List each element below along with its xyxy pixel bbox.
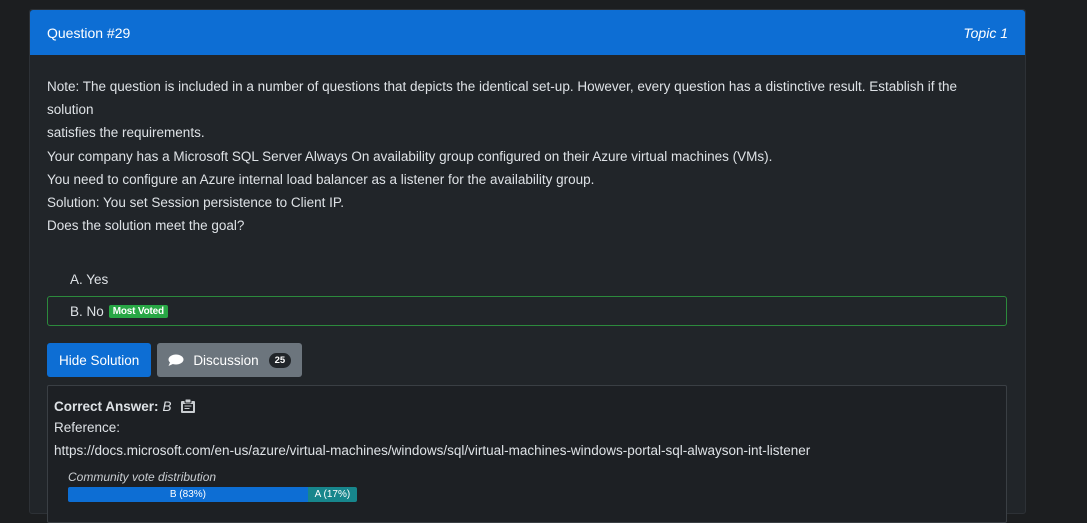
choice-a[interactable]: A. Yes — [47, 264, 1007, 294]
community-votes: Community vote distribution B (83%) A (1… — [68, 470, 1000, 503]
choice-b[interactable]: B. No Most Voted — [47, 296, 1007, 327]
choices-list: A. Yes B. No Most Voted — [47, 264, 1007, 327]
vote-segment-b: B (83%) — [68, 487, 308, 503]
question-header: Question #29 Topic 1 — [30, 10, 1025, 55]
vote-segment-a: A (17%) — [307, 487, 357, 503]
correct-answer-label: Correct Answer: — [54, 398, 159, 414]
answer-box: Correct Answer: B Reference: https://doc… — [47, 385, 1007, 523]
community-vote-label: Community vote distribution — [68, 470, 217, 485]
choice-label: B. No — [70, 303, 104, 319]
correct-answer-row: Correct Answer: B — [54, 396, 1000, 416]
reference-label: Reference: — [54, 420, 121, 436]
hide-solution-button[interactable]: Hide Solution — [47, 343, 152, 378]
question-line: Note: The question is included in a numb… — [47, 79, 958, 118]
question-card: Question #29 Topic 1 Note: The question … — [29, 9, 1026, 523]
hide-solution-label: Hide Solution — [59, 352, 140, 368]
question-line: You need to configure an Azure internal … — [47, 171, 595, 187]
question-number: Question #29 — [47, 24, 131, 41]
clipboard-icon — [180, 398, 196, 414]
most-voted-badge: Most Voted — [108, 304, 168, 318]
discussion-count-badge: 25 — [268, 352, 292, 368]
vote-distribution-bar: B (83%) A (17%) — [68, 487, 357, 503]
topic-label: Topic 1 — [963, 24, 1008, 41]
discussion-label: Discussion — [193, 352, 259, 368]
choice-label: A. Yes — [70, 271, 109, 287]
question-line: satisfies the requirements. — [47, 125, 205, 141]
reference-url: https://docs.microsoft.com/en-us/azure/v… — [54, 443, 811, 459]
question-text: Note: The question is included in a numb… — [47, 75, 1007, 237]
discussion-button[interactable]: Discussion 25 — [157, 343, 303, 378]
question-body: Note: The question is included in a numb… — [30, 55, 1025, 523]
correct-answer-value: B — [162, 398, 172, 414]
action-buttons: Hide Solution Discussion 25 — [47, 343, 1007, 378]
question-line: Your company has a Microsoft SQL Server … — [47, 148, 773, 164]
question-line: Does the solution meet the goal? — [47, 218, 245, 234]
question-line: Solution: You set Session persistence to… — [47, 195, 344, 211]
speech-bubble-icon — [168, 354, 184, 367]
